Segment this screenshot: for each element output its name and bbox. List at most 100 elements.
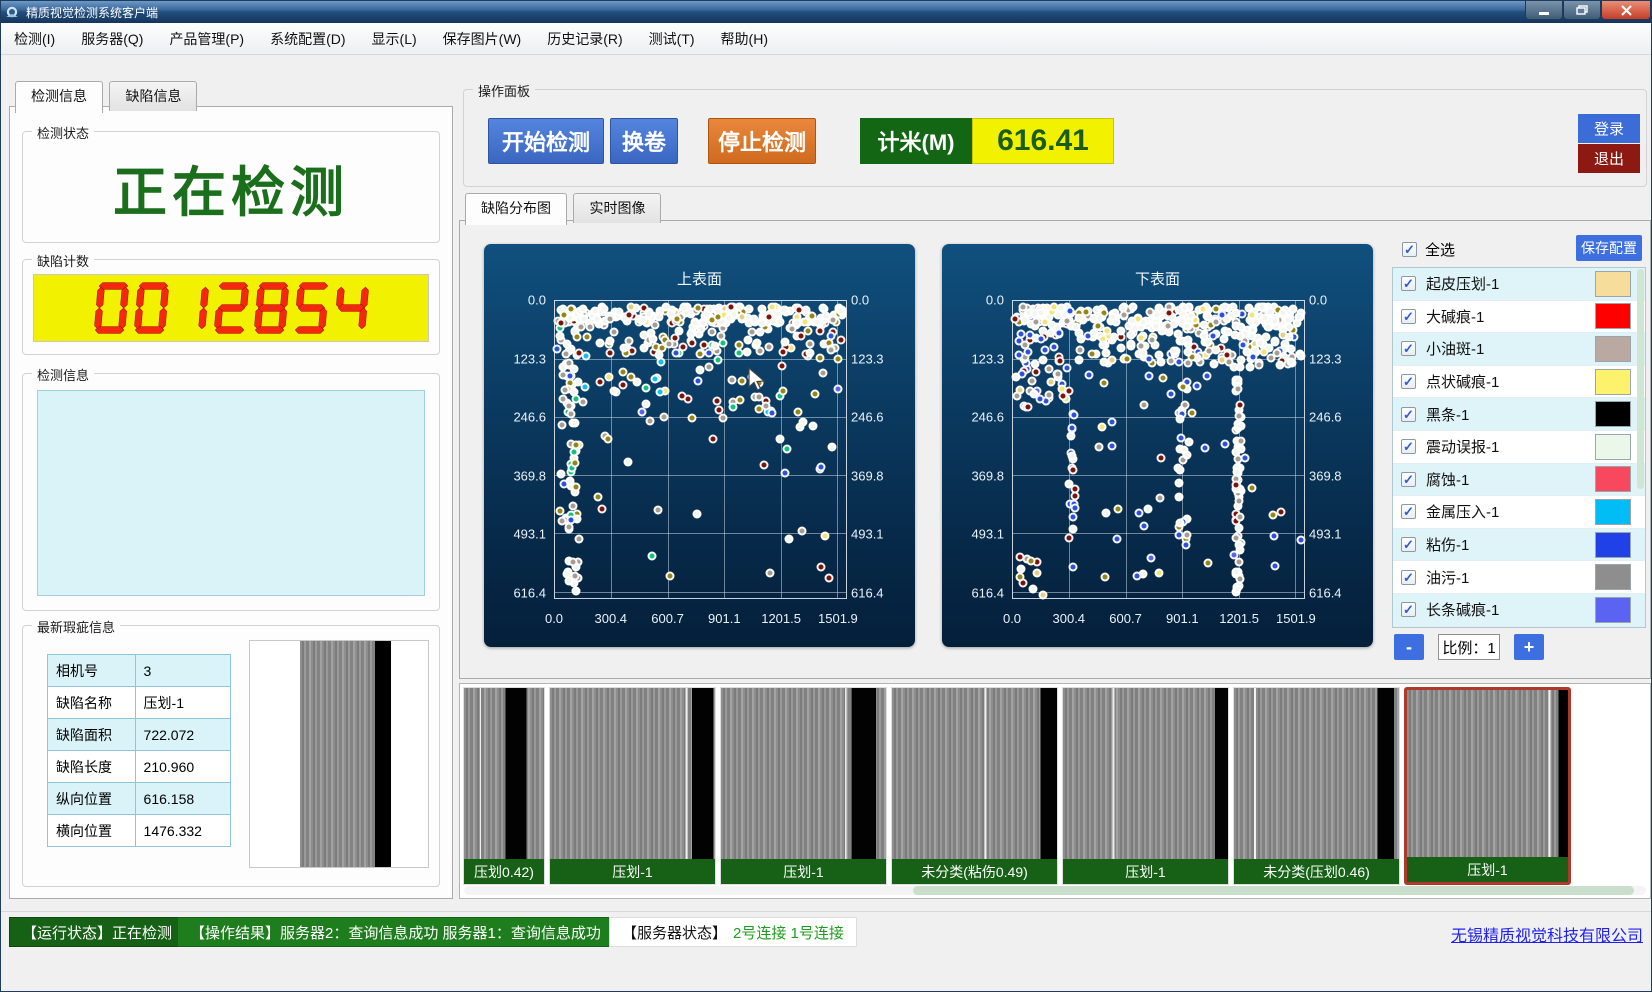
- data-point: [803, 326, 812, 335]
- legend-checkbox[interactable]: ✓: [1401, 439, 1416, 454]
- data-point: [665, 339, 674, 348]
- operation-panel: 操作面板 开始检测 换卷 停止检测 计米(M) 616.41 登录 退出: [463, 89, 1647, 187]
- thumbnail-scrollbar-track[interactable]: [464, 886, 1646, 895]
- tab-realtime-image[interactable]: 实时图像: [573, 193, 661, 223]
- menu-item[interactable]: 检测(I): [1, 24, 68, 54]
- latest-defect-group: 最新瑕疵信息 相机号3缺陷名称压划-1缺陷面积722.072缺陷长度210.96…: [22, 625, 440, 887]
- select-all-checkbox[interactable]: ✓: [1402, 242, 1417, 257]
- thumbnail[interactable]: 压划-1: [720, 687, 887, 885]
- legend-item[interactable]: ✓点状碱痕-1: [1393, 366, 1645, 399]
- legend-checkbox[interactable]: ✓: [1401, 407, 1416, 422]
- legend-item[interactable]: ✓粘伤-1: [1393, 529, 1645, 562]
- thumbnail[interactable]: 压划-1: [1404, 687, 1571, 885]
- legend-checkbox[interactable]: ✓: [1401, 341, 1416, 356]
- x-axis-label: 1501.9: [1276, 611, 1316, 626]
- data-point: [1235, 558, 1244, 567]
- tab-defect-info[interactable]: 缺陷信息: [109, 81, 197, 111]
- data-point: [1095, 313, 1104, 322]
- menu-item[interactable]: 历史记录(R): [534, 24, 635, 54]
- legend-checkbox[interactable]: ✓: [1401, 504, 1416, 519]
- data-point: [1036, 395, 1045, 404]
- data-point: [1143, 504, 1152, 513]
- thumbnail[interactable]: 未分类(压划0.46): [1233, 687, 1400, 885]
- legend-item[interactable]: ✓小油斑-1: [1393, 333, 1645, 366]
- menu-item[interactable]: 产品管理(P): [156, 24, 257, 54]
- data-point: [595, 377, 604, 386]
- defect-preview-image: [249, 640, 429, 868]
- start-detection-button[interactable]: 开始检测: [488, 118, 604, 164]
- legend-item[interactable]: ✓黑条-1: [1393, 398, 1645, 431]
- data-point: [1204, 558, 1213, 567]
- detection-status-text: 正在检测: [23, 132, 439, 242]
- minimize-button[interactable]: [1525, 1, 1563, 20]
- zoom-in-button[interactable]: +: [1514, 634, 1544, 660]
- defect-count-group-label: 缺陷计数: [32, 251, 94, 270]
- data-point: [727, 375, 736, 384]
- data-point: [1107, 441, 1116, 450]
- data-point: [710, 342, 719, 351]
- menu-item[interactable]: 系统配置(D): [257, 24, 358, 54]
- close-button[interactable]: [1601, 1, 1651, 20]
- legend-item[interactable]: ✓大碱痕-1: [1393, 301, 1645, 334]
- legend-item[interactable]: ✓腐蚀-1: [1393, 464, 1645, 497]
- thumbnail[interactable]: 未分类(粘伤0.49): [891, 687, 1058, 885]
- data-point: [1243, 348, 1252, 357]
- legend-checkbox[interactable]: ✓: [1401, 537, 1416, 552]
- x-axis-labels: 0.0300.4600.7901.11201.51501.9: [554, 611, 847, 629]
- menu-item[interactable]: 测试(T): [636, 24, 708, 54]
- menu-item[interactable]: 帮助(H): [708, 24, 781, 54]
- data-point: [694, 377, 703, 386]
- data-point: [1012, 373, 1021, 382]
- row-label: 缺陷名称: [48, 687, 136, 719]
- company-link[interactable]: 无锡精质视觉科技有限公司: [1451, 922, 1643, 946]
- thumbnail[interactable]: 压划-1: [549, 687, 716, 885]
- legend-item[interactable]: ✓长条碱痕-1: [1393, 594, 1645, 627]
- data-point: [574, 534, 583, 543]
- data-point: [1169, 347, 1178, 356]
- data-point: [694, 303, 703, 312]
- thumbnail[interactable]: 压划0.42): [463, 687, 545, 885]
- data-point: [1234, 384, 1243, 393]
- legend-checkbox[interactable]: ✓: [1401, 276, 1416, 291]
- logout-button[interactable]: 退出: [1578, 144, 1640, 173]
- legend-item[interactable]: ✓起皮压划-1: [1393, 268, 1645, 301]
- data-point: [833, 384, 842, 393]
- legend-checkbox[interactable]: ✓: [1401, 309, 1416, 324]
- save-config-button[interactable]: 保存配置: [1576, 235, 1642, 261]
- data-point: [1167, 389, 1176, 398]
- thumbnail[interactable]: 压划-1: [1062, 687, 1229, 885]
- menu-item[interactable]: 服务器(Q): [68, 24, 156, 54]
- detection-info-group-label: 检测信息: [32, 365, 94, 384]
- meter-label: 计米(M): [860, 118, 972, 164]
- menu-item[interactable]: 显示(L): [359, 24, 430, 54]
- legend-color-swatch: [1595, 466, 1631, 492]
- legend-checkbox[interactable]: ✓: [1401, 472, 1416, 487]
- legend-checkbox[interactable]: ✓: [1401, 602, 1416, 617]
- thumbnail-scrollbar-thumb[interactable]: [913, 886, 1634, 895]
- login-button[interactable]: 登录: [1578, 114, 1640, 143]
- y-axis-label: 246.6: [851, 410, 884, 425]
- data-point: [754, 405, 763, 414]
- data-point: [794, 306, 803, 315]
- zoom-out-button[interactable]: -: [1394, 634, 1424, 660]
- data-point: [1099, 379, 1108, 388]
- tab-detection-info[interactable]: 检测信息: [15, 81, 103, 113]
- legend-scrollbar[interactable]: [1637, 269, 1644, 489]
- data-point: [1270, 338, 1279, 347]
- menu-item[interactable]: 保存图片(W): [430, 24, 535, 54]
- stop-detection-button[interactable]: 停止检测: [708, 118, 816, 164]
- legend-checkbox[interactable]: ✓: [1401, 570, 1416, 585]
- data-point: [1068, 513, 1077, 522]
- change-roll-button[interactable]: 换卷: [610, 118, 678, 164]
- data-point: [1260, 313, 1269, 322]
- legend-checkbox[interactable]: ✓: [1401, 374, 1416, 389]
- restore-button[interactable]: [1563, 1, 1601, 20]
- data-point: [1101, 572, 1110, 581]
- legend-item[interactable]: ✓油污-1: [1393, 561, 1645, 594]
- data-point: [714, 405, 723, 414]
- y-axis-label: 246.6: [513, 410, 546, 425]
- y-axis-label: 246.6: [1309, 410, 1342, 425]
- tab-defect-distribution[interactable]: 缺陷分布图: [465, 193, 567, 225]
- legend-item[interactable]: ✓震动误报-1: [1393, 431, 1645, 464]
- legend-item[interactable]: ✓金属压入-1: [1393, 496, 1645, 529]
